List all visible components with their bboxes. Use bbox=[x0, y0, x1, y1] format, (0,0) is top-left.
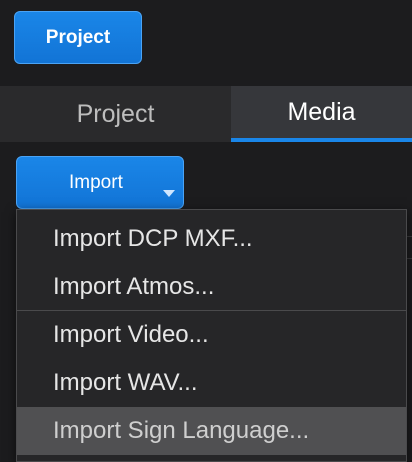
import-button[interactable]: Import bbox=[16, 156, 184, 209]
menu-item-import-video[interactable]: Import Video... bbox=[17, 311, 406, 359]
menu-item-import-dcp-mxf[interactable]: Import DCP MXF... bbox=[17, 215, 406, 263]
media-panel: Import Import DCP MXF... Import Atmos...… bbox=[0, 142, 412, 462]
toolbar: Project bbox=[0, 0, 412, 86]
divider bbox=[407, 258, 412, 259]
tab-bar: Project Media bbox=[0, 86, 412, 142]
import-dropdown-menu: Import DCP MXF... Import Atmos... Import… bbox=[16, 209, 407, 462]
divider bbox=[407, 236, 412, 237]
chevron-down-icon[interactable] bbox=[163, 190, 175, 197]
menu-item-import-atmos[interactable]: Import Atmos... bbox=[17, 263, 406, 311]
menu-item-import-wav[interactable]: Import WAV... bbox=[17, 359, 406, 407]
menu-item-import-sign-language[interactable]: Import Sign Language... bbox=[17, 407, 406, 455]
tab-project[interactable]: Project bbox=[0, 86, 231, 142]
tab-media[interactable]: Media bbox=[231, 86, 412, 142]
project-button[interactable]: Project bbox=[14, 11, 142, 64]
import-button-label: Import bbox=[69, 171, 123, 193]
